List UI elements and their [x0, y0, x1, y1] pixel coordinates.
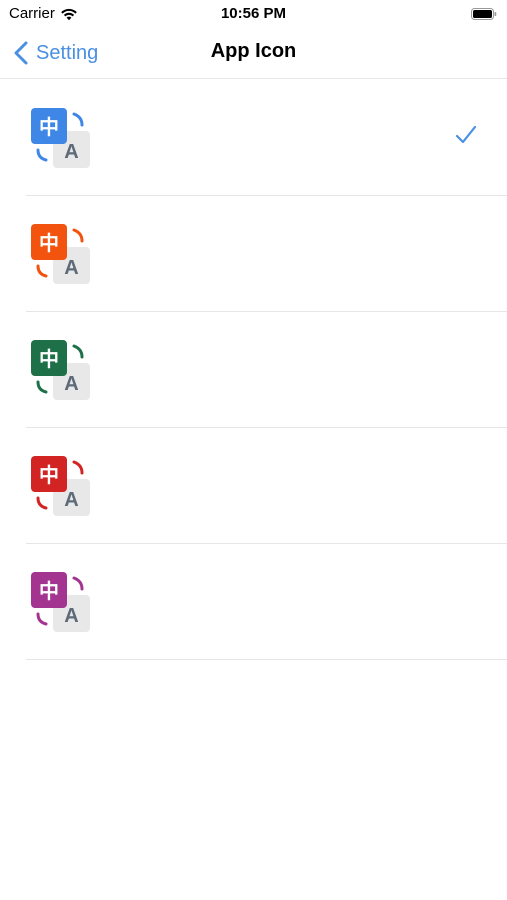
app-icon-green: A中 — [30, 339, 92, 401]
app-icon-purple: A中 — [30, 571, 92, 633]
app-icon-option-orange[interactable]: A中 — [26, 196, 507, 312]
latin-letter: A — [64, 605, 78, 627]
latin-letter: A — [64, 373, 78, 395]
checkmark-icon — [455, 124, 477, 146]
latin-letter: A — [64, 257, 78, 279]
app-icon-list: A中 A中 A中 A中 A中 — [0, 80, 507, 660]
cjk-glyph: 中 — [39, 347, 59, 371]
status-time: 10:56 PM — [220, 5, 287, 22]
cjk-glyph: 中 — [39, 579, 59, 603]
app-icon-red: A中 — [30, 455, 92, 517]
app-icon-option-blue[interactable]: A中 — [26, 80, 507, 196]
cjk-glyph: 中 — [39, 463, 59, 487]
page-title: App Icon — [210, 40, 297, 62]
status-bar: Carrier 10:56 PM — [0, 0, 507, 28]
app-icon-option-purple[interactable]: A中 — [26, 544, 507, 660]
app-icon-option-green[interactable]: A中 — [26, 312, 507, 428]
navigation-bar: Setting App Icon — [0, 28, 507, 79]
app-icon-blue: A中 — [30, 107, 92, 169]
latin-letter: A — [64, 141, 78, 163]
cjk-glyph: 中 — [39, 231, 59, 255]
battery-icon — [471, 7, 497, 20]
app-icon-orange: A中 — [30, 223, 92, 285]
latin-letter: A — [64, 489, 78, 511]
cjk-glyph: 中 — [39, 115, 59, 139]
app-icon-option-red[interactable]: A中 — [26, 428, 507, 544]
